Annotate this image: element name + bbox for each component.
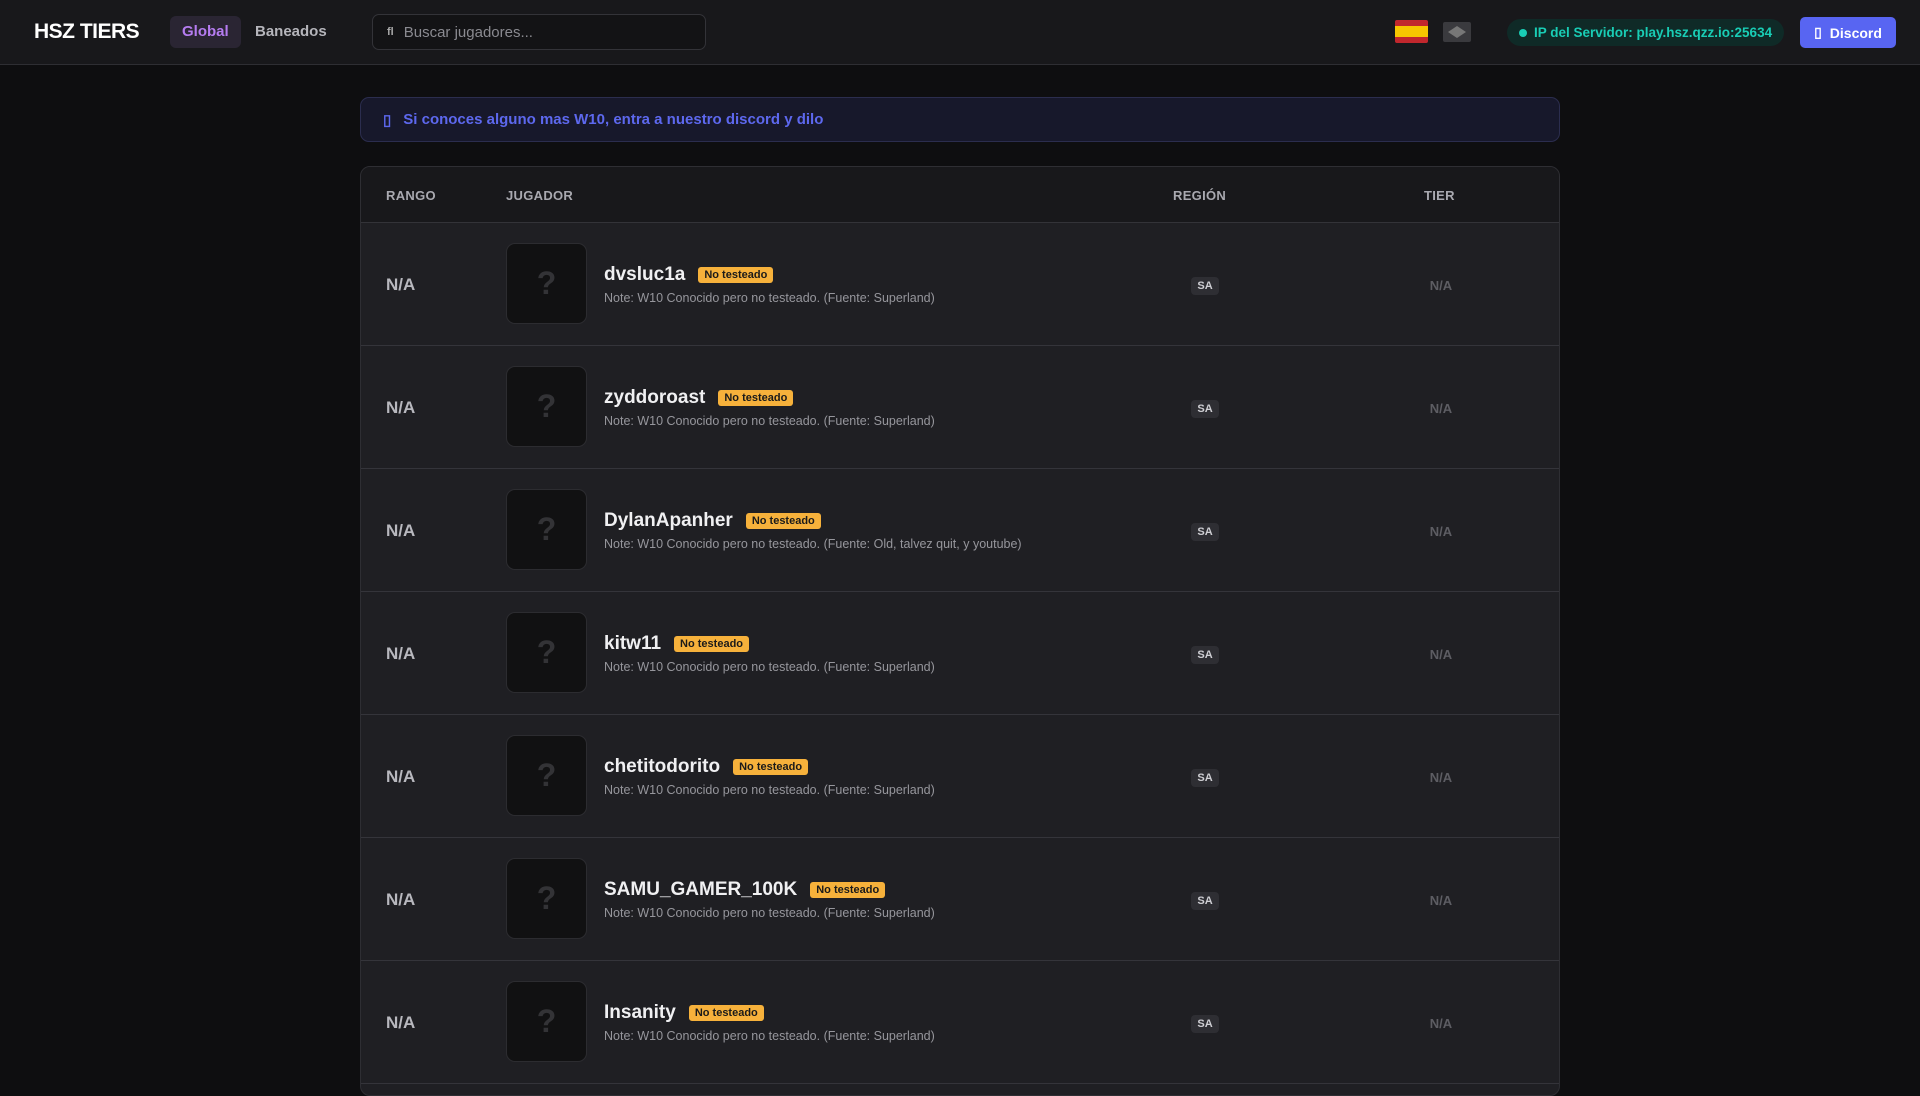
avatar: ? <box>506 735 587 816</box>
server-ip-badge[interactable]: IP del Servidor: play.hsz.qzz.io:25634 <box>1507 19 1785 46</box>
top-navbar: HSZ TIERS Global Baneados fl IP del Serv… <box>0 0 1920 65</box>
player-name[interactable]: chetitodorito <box>604 756 720 778</box>
avatar: ? <box>506 981 587 1062</box>
region-badge: SA <box>1191 400 1219 418</box>
table-row[interactable]: N/A ? chetitodorito No testeado Note: W10… <box>361 715 1559 838</box>
avatar: ? <box>506 366 587 447</box>
brazil-flag-icon[interactable] <box>1443 22 1471 42</box>
player-name-line: chetitodorito No testeado <box>604 756 809 778</box>
banner-text: Si conoces alguno mas W10, entra a nuest… <box>403 111 824 128</box>
player-note: Note: W10 Conocido pero no testeado. (Fu… <box>604 414 935 428</box>
rank: N/A <box>386 275 416 294</box>
status-badge: No testeado <box>698 267 774 283</box>
players-table: RANGO JUGADOR REGIÓN TIER N/A ? dvsluc1a… <box>360 166 1560 1096</box>
rank: N/A <box>386 644 416 663</box>
region-badge: SA <box>1191 523 1219 541</box>
avatar: ? <box>506 489 587 570</box>
info-icon: ▯ <box>383 111 392 129</box>
discord-label: Discord <box>1829 24 1882 41</box>
unknown-avatar-icon: ? <box>536 757 557 793</box>
column-region: REGIÓN <box>1173 188 1227 203</box>
status-badge: No testeado <box>718 390 794 406</box>
search-box[interactable]: fl <box>372 14 706 50</box>
region-badge: SA <box>1191 892 1219 910</box>
tier: N/A <box>1429 770 1453 785</box>
column-tier: TIER <box>1424 188 1455 203</box>
tier: N/A <box>1429 278 1453 293</box>
player-note: Note: W10 Conocido pero no testeado. (Fu… <box>604 537 1022 551</box>
status-badge: No testeado <box>688 1005 764 1021</box>
player-name[interactable]: dvsluc1a <box>604 264 685 286</box>
player-name-line: DylanApanher No testeado <box>604 510 821 532</box>
player-name-line: dvsluc1a No testeado <box>604 264 774 286</box>
search-input[interactable] <box>403 23 684 41</box>
tab-global[interactable]: Global <box>170 16 241 48</box>
region-badge: SA <box>1191 769 1219 787</box>
unknown-avatar-icon: ? <box>536 511 557 547</box>
unknown-avatar-icon: ? <box>536 265 557 301</box>
column-rango: RANGO <box>386 188 436 203</box>
player-name[interactable]: zyddoroast <box>604 387 705 409</box>
table-row[interactable]: N/A ? dvsluc1a No testeado Note: W10 Cono… <box>361 223 1559 346</box>
unknown-avatar-icon: ? <box>536 1003 557 1039</box>
status-badge: No testeado <box>745 513 821 529</box>
site-logo[interactable]: HSZ TIERS <box>34 20 140 44</box>
player-name[interactable]: Insanity <box>604 1002 676 1024</box>
rank: N/A <box>386 398 416 417</box>
table-row[interactable]: N/A ? SAMU_GAMER_100K No testeado Note: W… <box>361 838 1559 961</box>
discord-icon: ▯ <box>1814 24 1822 40</box>
table-header: RANGO JUGADOR REGIÓN TIER <box>361 167 1559 223</box>
player-name[interactable]: SAMU_GAMER_100K <box>604 879 797 901</box>
unknown-avatar-icon: ? <box>536 388 557 424</box>
unknown-avatar-icon: ? <box>536 634 557 670</box>
status-badge: No testeado <box>810 882 886 898</box>
avatar: ? <box>506 243 587 324</box>
tier: N/A <box>1429 893 1453 908</box>
rank: N/A <box>386 1013 416 1032</box>
table-row[interactable]: N/A ? zyddoroast No testeado Note: W10 Co… <box>361 346 1559 469</box>
search-icon: fl <box>387 26 394 38</box>
player-note: Note: W10 Conocido pero no testeado. (Fu… <box>604 660 935 674</box>
player-note: Note: W10 Conocido pero no testeado. (Fu… <box>604 1029 935 1043</box>
column-jugador: JUGADOR <box>506 188 574 203</box>
tier: N/A <box>1429 647 1453 662</box>
status-badge: No testeado <box>674 636 750 652</box>
tier: N/A <box>1429 401 1453 416</box>
region-badge: SA <box>1191 277 1219 295</box>
player-name-line: zyddoroast No testeado <box>604 387 794 409</box>
info-banner: ▯ Si conoces alguno mas W10, entra a nue… <box>360 97 1560 142</box>
discord-button[interactable]: ▯ Discord <box>1800 17 1896 48</box>
player-note: Note: W10 Conocido pero no testeado. (Fu… <box>604 783 935 797</box>
avatar: ? <box>506 858 587 939</box>
tier: N/A <box>1429 524 1453 539</box>
status-dot-icon <box>1519 28 1527 37</box>
table-row[interactable]: N/A ? kitw11 No testeado Note: W10 Conoci… <box>361 592 1559 715</box>
player-name-line: SAMU_GAMER_100K No testeado <box>604 879 886 901</box>
region-badge: SA <box>1191 646 1219 664</box>
avatar: ? <box>506 612 587 693</box>
server-ip-text: IP del Servidor: play.hsz.qzz.io:25634 <box>1534 25 1773 40</box>
player-note: Note: W10 Conocido pero no testeado. (Fu… <box>604 906 935 920</box>
region-badge: SA <box>1191 1015 1219 1033</box>
player-name[interactable]: DylanApanher <box>604 510 733 532</box>
player-name-line: kitw11 No testeado <box>604 633 750 655</box>
rank: N/A <box>386 521 416 540</box>
status-badge: No testeado <box>733 759 809 775</box>
unknown-avatar-icon: ? <box>536 880 557 916</box>
player-name-line: Insanity No testeado <box>604 1002 764 1024</box>
spain-flag-icon[interactable] <box>1395 20 1428 43</box>
player-name[interactable]: kitw11 <box>604 633 661 655</box>
tab-baneados[interactable]: Baneados <box>243 16 339 48</box>
player-note: Note: W10 Conocido pero no testeado. (Fu… <box>604 291 935 305</box>
table-row[interactable]: N/A ? Insanity No testeado Note: W10 Cono… <box>361 961 1559 1084</box>
tier: N/A <box>1429 1016 1453 1031</box>
rank: N/A <box>386 890 416 909</box>
rank: N/A <box>386 767 416 786</box>
table-row[interactable]: N/A ? DylanApanher No testeado Note: W10 … <box>361 469 1559 592</box>
